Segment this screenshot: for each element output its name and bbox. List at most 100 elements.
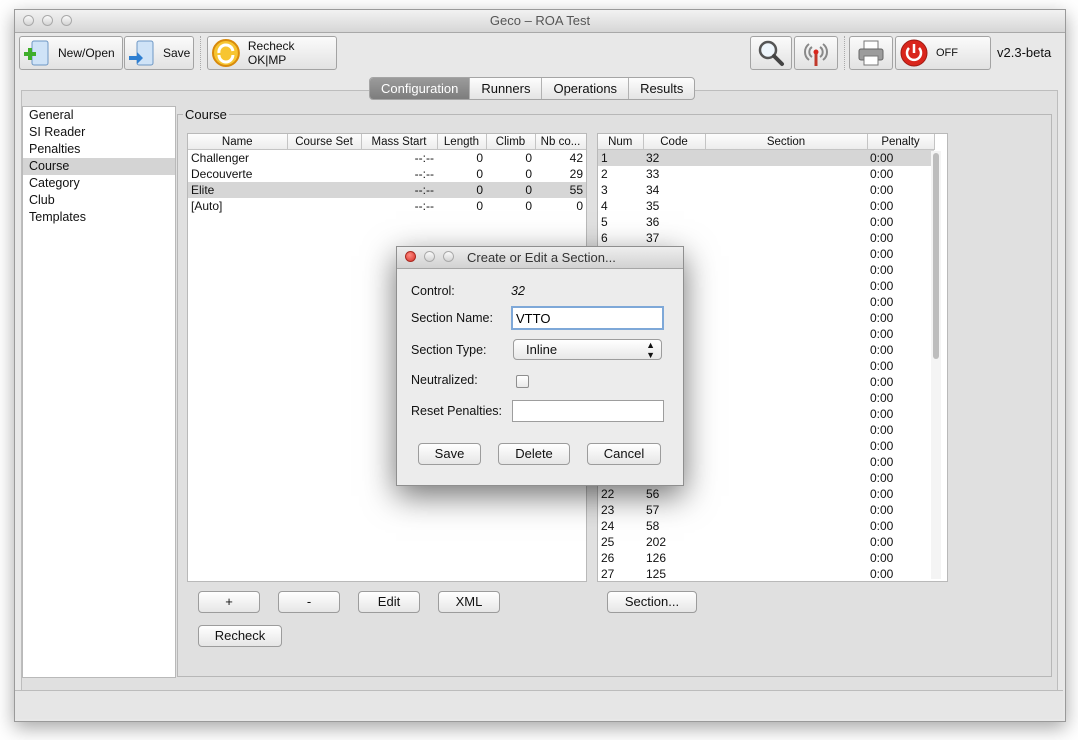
control-section-cell	[705, 438, 867, 454]
table-row[interactable]: 4 35 0:00	[598, 198, 934, 214]
reset-penalties-input[interactable]	[512, 400, 664, 422]
col-penalty[interactable]: Penalty	[867, 134, 935, 150]
sidebar-item-si-reader[interactable]: SI Reader	[23, 124, 175, 141]
main-tabs: Configuration Runners Operations Results	[369, 77, 696, 100]
scroll-thumb[interactable]	[933, 153, 939, 359]
dialog-title-bar: Create or Edit a Section...	[397, 247, 683, 269]
controls-scrollbar[interactable]	[931, 151, 941, 579]
sidebar-item-club[interactable]: Club	[23, 192, 175, 209]
table-row[interactable]: Decouverte --:-- 0 0 29	[188, 166, 586, 182]
table-row[interactable]: 24 58 0:00	[598, 518, 934, 534]
control-section-cell	[705, 294, 867, 310]
table-row[interactable]: 26 126 0:00	[598, 550, 934, 566]
neutralized-checkbox[interactable]	[516, 375, 529, 388]
sidebar-item-course[interactable]: Course	[23, 158, 175, 175]
recheck-button[interactable]: Recheck OK|MP	[207, 36, 337, 70]
recheck-courses-button[interactable]: Recheck	[198, 625, 282, 647]
control-penalty-cell: 0:00	[870, 247, 894, 261]
control-num-cell: 5	[601, 215, 608, 229]
table-row[interactable]: Elite --:-- 0 0 55	[188, 182, 586, 198]
col-climb[interactable]: Climb	[486, 134, 536, 150]
col-section[interactable]: Section	[705, 134, 868, 150]
edit-course-button[interactable]: Edit	[358, 591, 420, 613]
sidebar-item-penalties[interactable]: Penalties	[23, 141, 175, 158]
table-row[interactable]: [Auto] --:-- 0 0 0	[188, 198, 586, 214]
col-length[interactable]: Length	[437, 134, 487, 150]
table-row[interactable]: 23 57 0:00	[598, 502, 934, 518]
col-name[interactable]: Name	[188, 134, 288, 150]
section-name-label: Section Name:	[411, 311, 493, 325]
dialog-zoom-button[interactable]	[443, 251, 454, 262]
table-row[interactable]: Challenger --:-- 0 0 42	[188, 150, 586, 167]
tab-configuration[interactable]: Configuration	[370, 78, 471, 99]
save-button[interactable]: Save	[124, 36, 194, 70]
col-course-set[interactable]: Course Set	[287, 134, 362, 150]
control-section-cell	[705, 390, 867, 406]
sidebar-item-category[interactable]: Category	[23, 175, 175, 192]
neutralized-label: Neutralized:	[411, 373, 478, 387]
table-row[interactable]: 6 37 0:00	[598, 230, 934, 246]
table-row[interactable]: 5 36 0:00	[598, 214, 934, 230]
control-num-cell: 2	[601, 167, 608, 181]
dialog-minimize-button[interactable]	[424, 251, 435, 262]
section-button[interactable]: Section...	[607, 591, 697, 613]
col-nb-controls[interactable]: Nb co...	[535, 134, 586, 150]
dialog-close-button[interactable]	[405, 251, 416, 262]
control-penalty-cell: 0:00	[870, 375, 894, 389]
xml-button[interactable]: XML	[438, 591, 500, 613]
control-penalty-cell: 0:00	[870, 503, 894, 517]
control-num-cell: 26	[601, 551, 615, 565]
control-num-cell: 6	[601, 231, 608, 245]
control-num-cell: 24	[601, 519, 615, 533]
control-code-cell: 35	[646, 199, 660, 213]
col-mass-start[interactable]: Mass Start	[361, 134, 438, 150]
control-section-cell	[705, 166, 867, 182]
control-section-cell	[705, 149, 867, 166]
table-row[interactable]: 1 32 0:00	[598, 149, 934, 166]
search-button[interactable]	[750, 36, 792, 70]
col-num[interactable]: Num	[598, 134, 644, 150]
table-row[interactable]: 2 33 0:00	[598, 166, 934, 182]
control-code-cell: 34	[646, 183, 660, 197]
control-penalty-cell: 0:00	[870, 215, 894, 229]
control-code-cell: 56	[646, 487, 660, 501]
table-row[interactable]: 25 202 0:00	[598, 534, 934, 550]
course-name-cell: [Auto]	[191, 199, 223, 213]
dialog-cancel-button[interactable]: Cancel	[587, 443, 661, 465]
control-num-cell: 1	[598, 149, 643, 166]
col-code[interactable]: Code	[643, 134, 706, 150]
course-name-cell: Elite	[188, 182, 287, 198]
tab-operations[interactable]: Operations	[542, 78, 630, 99]
toolbar-separator	[844, 36, 846, 70]
table-row[interactable]: 22 56 0:00	[598, 486, 934, 502]
new-open-button[interactable]: New/Open	[19, 36, 123, 70]
climb-cell: 0	[486, 182, 535, 198]
control-section-cell	[705, 374, 867, 390]
print-button[interactable]	[849, 36, 893, 70]
control-code-cell: 37	[646, 231, 660, 245]
section-name-input[interactable]	[511, 306, 664, 330]
dialog-delete-button[interactable]: Delete	[498, 443, 570, 465]
table-row[interactable]: 3 34 0:00	[598, 182, 934, 198]
control-section-cell	[705, 550, 867, 566]
sidebar-item-templates[interactable]: Templates	[23, 209, 175, 226]
control-section-cell	[705, 358, 867, 374]
station-button[interactable]	[794, 36, 838, 70]
power-off-button[interactable]: OFF	[895, 36, 991, 70]
new-open-label: New/Open	[58, 46, 115, 60]
dialog-save-button[interactable]: Save	[418, 443, 481, 465]
control-section-cell	[705, 486, 867, 502]
section-type-select[interactable]: Inline ▲ ▼	[513, 339, 662, 360]
tab-runners[interactable]: Runners	[470, 78, 543, 99]
course-set-cell	[287, 182, 361, 198]
control-section-cell	[705, 534, 867, 550]
add-course-button[interactable]: +	[198, 591, 260, 613]
course-group-label: Course	[183, 107, 229, 122]
control-penalty-cell: 0:00	[870, 279, 894, 293]
control-penalty-cell: 0:00	[870, 183, 894, 197]
tab-results[interactable]: Results	[629, 78, 694, 99]
control-section-cell	[705, 518, 867, 534]
table-row[interactable]: 27 125 0:00	[598, 566, 934, 581]
remove-course-button[interactable]: -	[278, 591, 340, 613]
sidebar-item-general[interactable]: General	[23, 107, 175, 124]
